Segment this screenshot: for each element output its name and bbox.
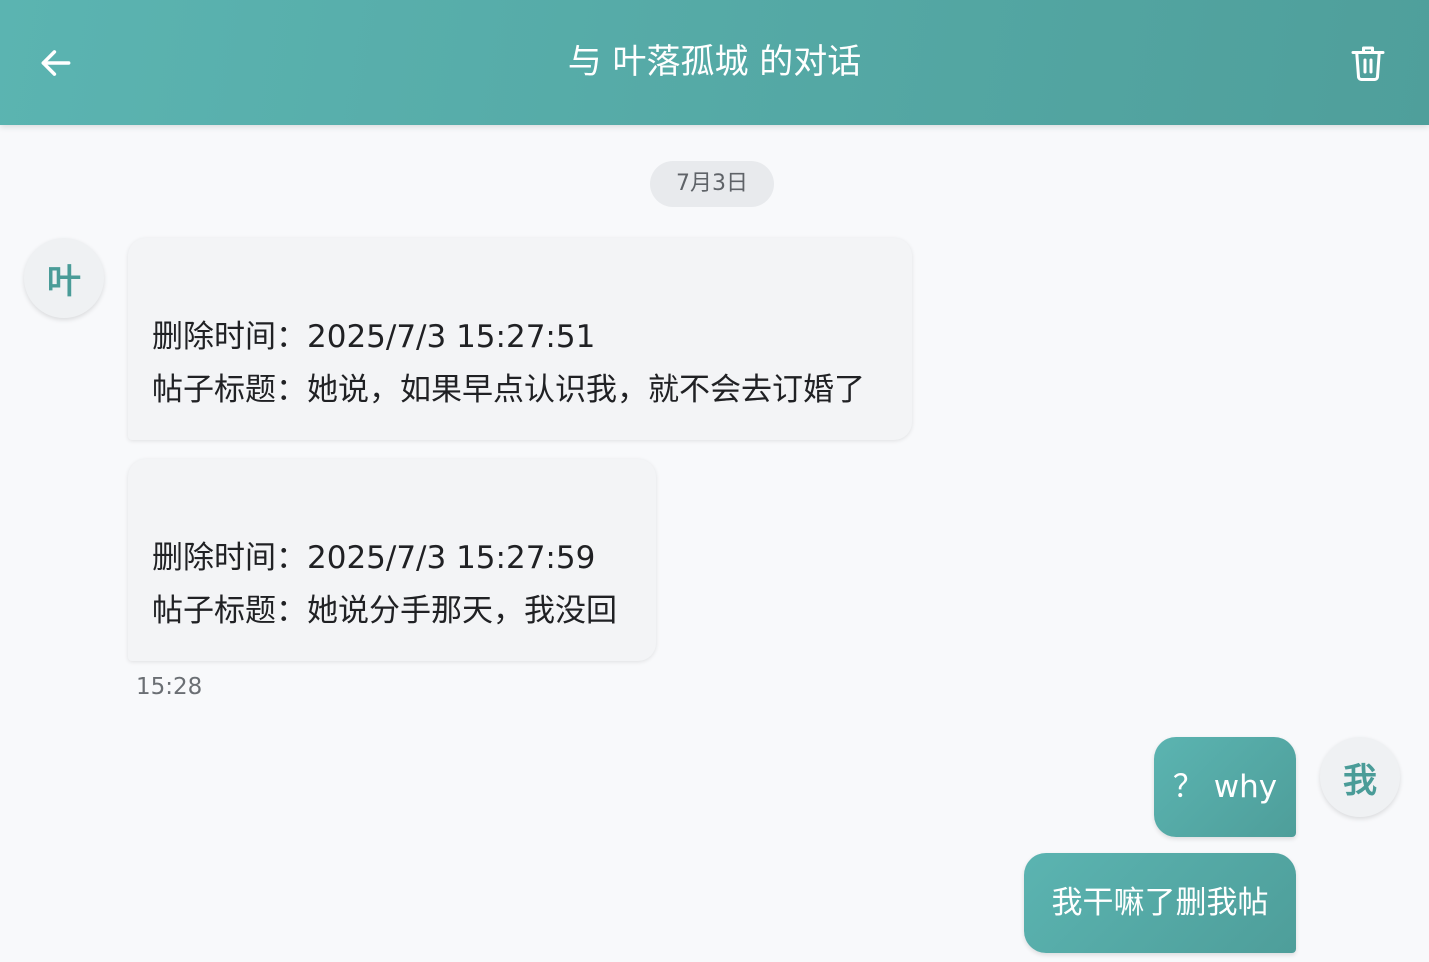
message-post-title: 帖子标题：她说，如果早点认识我，就不会去订婚了 <box>152 372 865 408</box>
page-title: 与 叶落孤城 的对话 <box>567 42 862 82</box>
message-post-title: 帖子标题：她说分手那天，我没回 <box>152 593 617 629</box>
message-delete-time: 删除时间：2025/7/3 15:27:59 <box>152 540 596 576</box>
chat-screen: 与 叶落孤城 的对话 7月3日 叶 删除时间：2025/7/3 15:27:51… <box>0 0 1429 962</box>
incoming-message-bubble[interactable]: 删除时间：2025/7/3 15:27:59 帖子标题：她说分手那天，我没回 <box>128 459 656 661</box>
message-delete-time: 删除时间：2025/7/3 15:27:51 <box>152 319 596 355</box>
back-button[interactable] <box>30 37 82 89</box>
message-timestamp: 15:28 <box>136 674 203 700</box>
chat-header: 与 叶落孤城 的对话 <box>0 0 1429 125</box>
outgoing-message-bubble[interactable]: 我干嘛了删我帖 <box>1024 853 1296 953</box>
my-avatar[interactable]: 我 <box>1320 737 1400 817</box>
trash-icon <box>1351 46 1385 81</box>
outgoing-message-bubble[interactable]: ？ why <box>1154 737 1296 837</box>
incoming-message-bubble[interactable]: 删除时间：2025/7/3 15:27:51 帖子标题：她说，如果早点认识我，就… <box>128 238 912 440</box>
contact-avatar[interactable]: 叶 <box>24 238 104 318</box>
delete-conversation-button[interactable] <box>1342 37 1394 89</box>
date-divider: 7月3日 <box>650 161 774 207</box>
arrow-left-icon <box>41 50 71 76</box>
